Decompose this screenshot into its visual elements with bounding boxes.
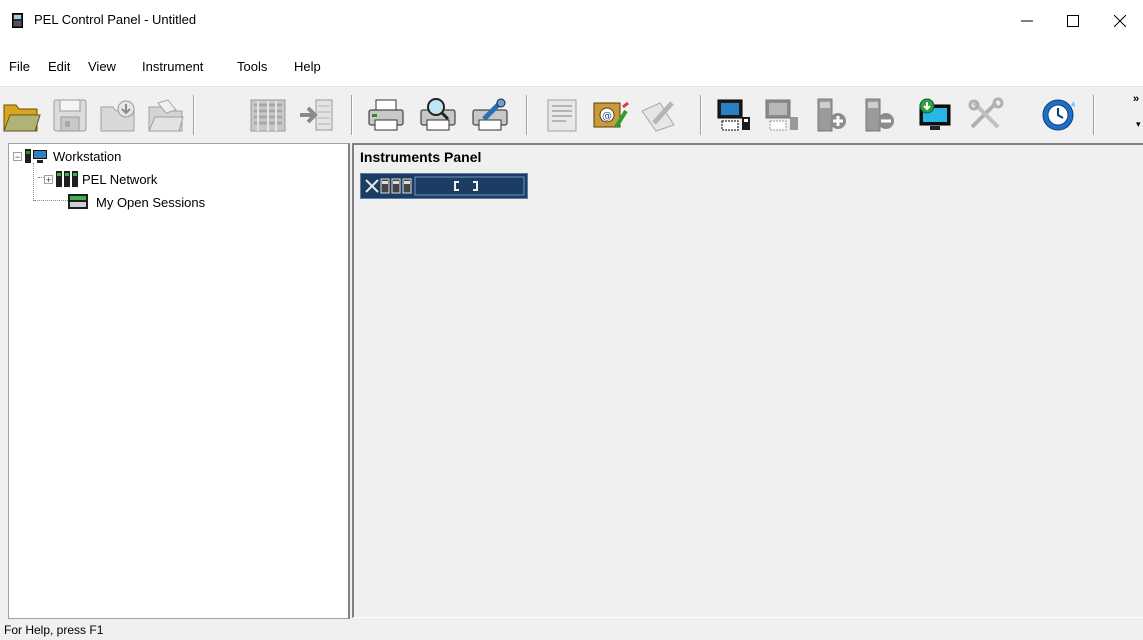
status-text: For Help, press F1 (4, 623, 104, 637)
remove-instrument-button[interactable] (856, 94, 900, 136)
tree-item-open-sessions[interactable]: My Open Sessions (68, 192, 205, 212)
collapse-icon[interactable]: − (13, 151, 22, 161)
pel-network-icon (56, 171, 78, 187)
toolbar-separator (526, 95, 528, 135)
menu-tools[interactable]: Tools (237, 59, 267, 74)
print-icon (368, 99, 404, 131)
import-icon (250, 99, 286, 132)
status-bar: For Help, press F1 (0, 620, 1143, 640)
menu-edit[interactable]: Edit (48, 59, 70, 74)
toolbar-separator (193, 95, 195, 135)
app-icon (12, 13, 23, 28)
workstation-icon (25, 149, 47, 163)
maximize-button[interactable] (1050, 0, 1096, 42)
toolbar-dropdown-icon[interactable]: ▾ (1136, 119, 1141, 130)
instrument-strip-graphic (365, 176, 525, 196)
edit-note-icon (641, 101, 675, 132)
window-title: PEL Control Panel - Untitled (34, 12, 197, 27)
tree-label-pel-network: PEL Network (82, 171, 158, 187)
sync-clock-button[interactable] (1036, 94, 1080, 136)
remove-instrument-icon (865, 98, 894, 132)
tree-connector (34, 200, 68, 201)
download-folder-icon (100, 100, 135, 132)
instruments-panel-title: Instruments Panel (360, 149, 482, 165)
tools-icon (968, 97, 1004, 129)
download-monitor-icon (919, 98, 951, 130)
print-button[interactable] (364, 94, 408, 136)
print-preview-button[interactable] (416, 94, 460, 136)
sync-clock-icon (1042, 99, 1075, 131)
print-setup-button[interactable] (468, 94, 512, 136)
title-bar: PEL Control Panel - Untitled (0, 0, 1143, 42)
import-button[interactable] (246, 94, 290, 136)
print-setup-icon (472, 98, 508, 131)
menu-instrument[interactable]: Instrument (142, 59, 203, 74)
tools-button[interactable] (964, 94, 1008, 136)
connect-button[interactable] (712, 94, 756, 136)
disconnect-instrument-icon (765, 99, 798, 131)
disconnect-button[interactable] (760, 94, 804, 136)
menu-file[interactable]: File (9, 59, 30, 74)
maximize-icon (1067, 15, 1079, 27)
menu-view[interactable]: View (88, 59, 116, 74)
print-preview-icon (420, 98, 456, 131)
email-button[interactable]: @ (588, 94, 632, 136)
workstation-tree[interactable]: − Workstation + PEL Network My Open Sess… (8, 143, 350, 619)
minimize-button[interactable] (1004, 0, 1050, 42)
open-gray-button[interactable] (144, 94, 188, 136)
open-folder-icon (3, 104, 41, 132)
minimize-icon (1021, 20, 1033, 22)
tree-item-workstation[interactable]: − Workstation (13, 146, 121, 166)
download-monitor-button[interactable] (912, 94, 956, 136)
instrument-strip[interactable] (360, 173, 528, 199)
menu-bar: File Edit View Instrument Tools Help (0, 42, 1143, 86)
add-instrument-icon (817, 98, 846, 132)
report-icon (547, 99, 577, 132)
tree-label-open-sessions: My Open Sessions (96, 194, 206, 210)
instruments-panel: Instruments Panel (352, 143, 1143, 618)
svg-text:@: @ (602, 111, 612, 122)
toolbar: @ » ▾ (0, 86, 1143, 143)
open-button[interactable] (0, 94, 44, 136)
edit-note-button[interactable] (636, 94, 680, 136)
toolbar-overflow-icon[interactable]: » (1133, 93, 1139, 105)
toolbar-separator (700, 95, 702, 135)
tree-connector (33, 163, 34, 201)
toolbar-separator (1093, 95, 1095, 135)
download-button[interactable] (96, 94, 140, 136)
menu-help[interactable]: Help (294, 59, 321, 74)
tree-label-workstation: Workstation (53, 148, 122, 164)
expand-icon[interactable]: + (44, 174, 53, 184)
report-button[interactable] (540, 94, 584, 136)
tree-item-pel-network[interactable]: + PEL Network (44, 169, 157, 189)
add-instrument-button[interactable] (808, 94, 852, 136)
save-button[interactable] (48, 94, 92, 136)
connect-instrument-icon (717, 99, 750, 131)
email-icon: @ (593, 101, 629, 129)
close-icon (1114, 15, 1126, 27)
toolbar-separator (351, 95, 353, 135)
save-disk-icon (53, 99, 87, 132)
open-sessions-icon (68, 194, 88, 209)
close-button[interactable] (1097, 0, 1143, 42)
import-arrow-button[interactable] (294, 94, 338, 136)
open-folder-gray-icon (148, 99, 184, 132)
import-arrow-icon (300, 99, 333, 131)
